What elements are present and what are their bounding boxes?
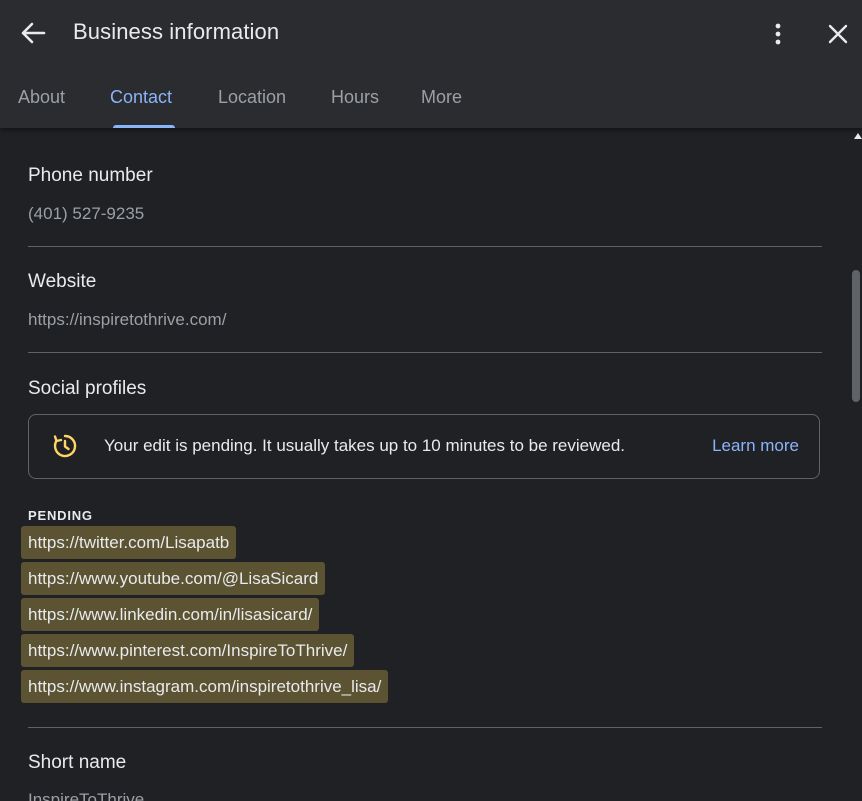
tab-about[interactable]: About	[18, 80, 65, 128]
back-button[interactable]	[15, 17, 51, 49]
pending-social-link[interactable]: https://www.linkedin.com/in/lisasicard/	[21, 598, 320, 631]
tab-hours[interactable]: Hours	[331, 80, 379, 128]
social-profiles-title: Social profiles	[28, 378, 147, 399]
short-name-value[interactable]: InspireToThrive	[28, 790, 144, 801]
app-header: Business information About Contact Locat…	[0, 0, 862, 128]
close-icon	[828, 24, 848, 44]
tab-bar: About Contact Location Hours More	[0, 80, 862, 128]
scroll-up-arrow-icon[interactable]	[854, 133, 862, 139]
more-options-button[interactable]	[764, 18, 792, 50]
phone-number-value[interactable]: (401) 527-9235	[28, 204, 144, 224]
more-vert-icon	[775, 23, 781, 45]
pending-notice-text: Your edit is pending. It usually takes u…	[104, 436, 626, 455]
pending-social-link[interactable]: https://twitter.com/Lisapatb	[21, 526, 237, 559]
scrollbar-thumb[interactable]	[852, 270, 860, 402]
pending-edit-notice: Your edit is pending. It usually takes u…	[28, 414, 820, 479]
divider	[28, 727, 822, 728]
website-title: Website	[28, 271, 97, 292]
pending-social-link[interactable]: https://www.pinterest.com/InspireToThriv…	[21, 634, 355, 667]
pending-social-link[interactable]: https://www.instagram.com/inspiretothriv…	[21, 670, 389, 703]
arrow-back-icon	[21, 22, 46, 44]
tab-contact[interactable]: Contact	[110, 80, 172, 128]
learn-more-link[interactable]: Learn more	[712, 436, 799, 456]
divider	[28, 246, 822, 247]
website-value[interactable]: https://inspiretothrive.com/	[28, 310, 226, 330]
pending-clock-icon	[53, 434, 77, 458]
short-name-title: Short name	[28, 752, 127, 773]
pending-social-link[interactable]: https://www.youtube.com/@LisaSicard	[21, 562, 326, 595]
active-tab-indicator	[113, 125, 175, 128]
close-button[interactable]	[822, 18, 854, 50]
pending-label: PENDING	[28, 508, 93, 523]
divider	[28, 352, 822, 353]
scrollbar[interactable]	[850, 128, 862, 801]
phone-number-title: Phone number	[28, 165, 153, 186]
tab-more[interactable]: More	[421, 80, 462, 128]
contact-panel: Phone number (401) 527-9235 Website http…	[0, 128, 850, 801]
tab-location[interactable]: Location	[218, 80, 286, 128]
page-title: Business information	[73, 19, 280, 44]
